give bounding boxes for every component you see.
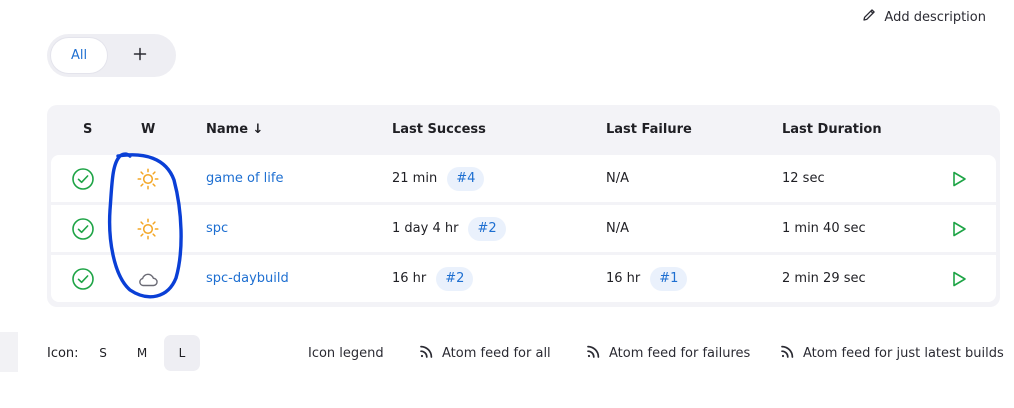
column-status[interactable]: S [83,122,92,137]
last-duration: 12 sec [782,171,825,186]
table-footer: Icon: S M L Icon legend Atom feed for al… [47,335,1004,371]
job-link[interactable]: spc-daybuild [206,255,289,302]
last-success-cell: 1 day 4 hr #2 [392,205,506,252]
column-last-failure[interactable]: Last Failure [606,122,692,137]
last-success-time: 1 day 4 hr [392,221,459,236]
column-last-duration[interactable]: Last Duration [782,122,882,137]
rss-icon [586,344,601,363]
icon-size-label: Icon: [47,345,79,361]
atom-feed-failures-link[interactable]: Atom feed for failures [586,335,750,371]
last-duration: 1 min 40 sec [782,221,866,236]
sunny-icon [136,155,160,202]
add-description-button[interactable]: Add description [861,8,986,26]
icon-size-s[interactable]: S [85,335,121,371]
sunny-icon [136,205,160,252]
last-failure-cell: 16 hr #1 [606,255,688,302]
last-duration: 2 min 29 sec [782,271,866,286]
atom-feed-latest-label: Atom feed for just latest builds [803,345,1004,361]
new-view-button[interactable] [109,38,171,73]
icon-size-m[interactable]: M [124,335,160,371]
column-last-success[interactable]: Last Success [392,122,486,137]
tab-all[interactable]: All [51,38,107,73]
atom-feed-all-label: Atom feed for all [442,345,551,361]
build-badge[interactable]: #1 [650,266,688,291]
play-icon[interactable] [950,255,968,302]
success-check-icon [71,155,95,202]
column-name[interactable]: Name ↓ [206,122,263,137]
cloudy-icon [136,255,160,302]
build-badge[interactable]: #4 [447,166,485,191]
view-tabs: All [47,34,176,77]
last-success-cell: 16 hr #2 [392,255,474,302]
add-description-label: Add description [884,9,986,25]
last-success-time: 21 min [392,171,438,186]
last-failure-time: N/A [606,221,629,236]
last-failure-time: N/A [606,171,629,186]
job-link[interactable]: spc [206,205,228,252]
atom-feed-failures-label: Atom feed for failures [609,345,751,361]
success-check-icon [71,255,95,302]
table-row: game of life 21 min #4 N/A 12 sec [51,155,996,202]
last-failure-cell: N/A [606,155,629,202]
rss-icon [419,344,434,363]
play-icon[interactable] [950,205,968,252]
atom-feed-all-link[interactable]: Atom feed for all [419,335,551,371]
rss-icon [780,344,795,363]
icon-legend-link[interactable]: Icon legend [308,335,384,371]
sidebar-edge [0,332,18,372]
last-success-cell: 21 min #4 [392,155,485,202]
success-check-icon [71,205,95,252]
jobs-table: S W Name ↓ Last Success Last Failure Las… [47,105,1000,307]
atom-feed-latest-link[interactable]: Atom feed for just latest builds [780,335,1004,371]
plus-icon [133,47,147,65]
play-icon[interactable] [950,155,968,202]
last-failure-time: 16 hr [606,271,641,286]
build-badge[interactable]: #2 [436,266,474,291]
table-row: spc 1 day 4 hr #2 N/A 1 min 40 sec [51,205,996,252]
table-header: S W Name ↓ Last Success Last Failure Las… [47,105,1000,155]
job-link[interactable]: game of life [206,155,283,202]
column-weather[interactable]: W [141,122,155,137]
build-badge[interactable]: #2 [468,216,506,241]
last-failure-cell: N/A [606,205,629,252]
table-row: spc-daybuild 16 hr #2 16 hr #1 2 min 29 … [51,255,996,302]
pencil-icon [861,7,877,27]
last-success-time: 16 hr [392,271,427,286]
icon-size-l[interactable]: L [164,335,200,371]
